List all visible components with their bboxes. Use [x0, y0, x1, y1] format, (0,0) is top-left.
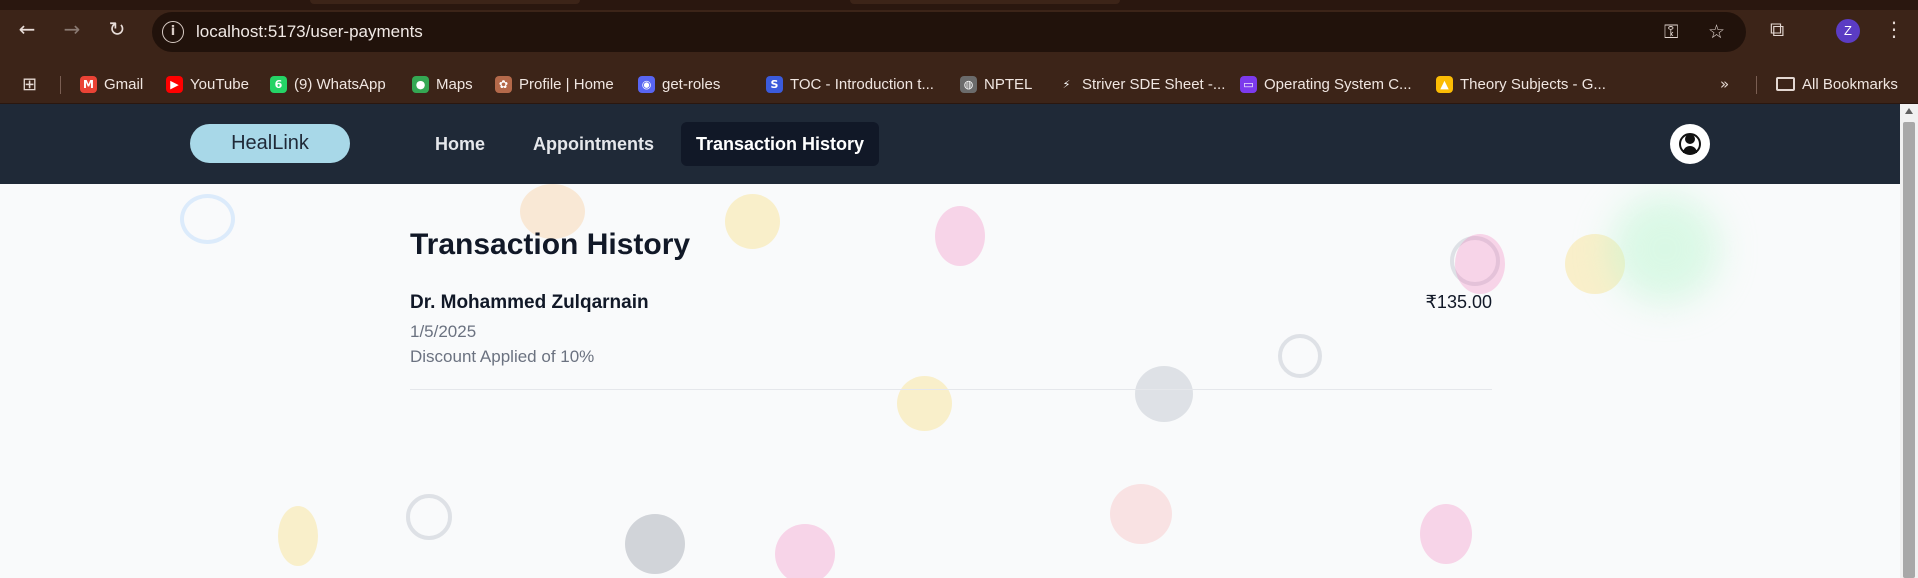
scrollbar-thumb[interactable] — [1903, 122, 1915, 578]
reload-icon[interactable]: ↻ — [106, 18, 128, 40]
address-bar[interactable]: i localhost:5173/user-payments ⚿ ☆ — [152, 12, 1746, 52]
url-text[interactable]: localhost:5173/user-payments — [196, 22, 423, 42]
bookmark-label: TOC - Introduction t... — [790, 75, 934, 93]
bookmark-item[interactable]: ● Maps — [412, 74, 473, 94]
profile-site-icon: ✿ — [495, 75, 512, 93]
bookmark-label: Maps — [436, 75, 473, 93]
scroll-up-arrow-icon[interactable] — [1905, 108, 1913, 114]
password-key-icon[interactable]: ⚿ — [1664, 22, 1678, 42]
globe-icon: ◍ — [960, 75, 977, 93]
maps-icon: ● — [412, 75, 429, 93]
bookmark-label: YouTube — [190, 75, 249, 93]
lungs-decoration — [1110, 484, 1172, 544]
heart-decoration — [1420, 504, 1472, 564]
nav-appointments[interactable]: Appointments — [518, 122, 669, 166]
transaction-date: 1/5/2025 — [410, 322, 477, 341]
tab-strip — [0, 0, 1918, 10]
site-info-icon[interactable]: i — [162, 21, 184, 43]
app-navbar: HealLink Home Appointments Transaction H… — [0, 104, 1900, 184]
bookmark-item[interactable]: ⚡ Striver SDE Sheet -... — [1058, 74, 1225, 94]
bookmark-label: NPTEL — [984, 75, 1033, 93]
all-bookmarks-label: All Bookmarks — [1802, 75, 1898, 93]
bookmark-item[interactable]: ◍ NPTEL — [960, 74, 1032, 94]
transaction-amount: ₹135.00 — [1425, 292, 1492, 312]
bookmark-item[interactable]: ▲ Theory Subjects - G... — [1436, 74, 1606, 94]
bookmark-item[interactable]: ✿ Profile | Home — [495, 74, 614, 94]
bookmark-star-icon[interactable]: ☆ — [1708, 22, 1725, 42]
discord-icon: ◉ — [638, 75, 655, 93]
bookmarks-bar: ⊞ M Gmail ▶ YouTube 6 (9) WhatsApp ● Maps ✿ Profi… — [0, 64, 1918, 104]
heart-decoration — [1455, 234, 1505, 294]
transaction-item: Dr. Mohammed Zulqarnain 1/5/2025 Discoun… — [410, 288, 1492, 390]
browser-profile-avatar[interactable]: Z — [1836, 19, 1860, 43]
nav-transaction-history[interactable]: Transaction History — [681, 122, 880, 166]
os-site-icon: ▭ — [1240, 75, 1257, 93]
page-content: Transaction History Dr. Mohammed Zulqarn… — [0, 184, 1900, 578]
bookmark-label: get-roles — [662, 75, 721, 93]
all-bookmarks-button[interactable]: All Bookmarks — [1776, 74, 1898, 94]
bookmark-item[interactable]: ◉ get-roles — [638, 74, 720, 94]
transaction-doctor-name: Dr. Mohammed Zulqarnain — [410, 292, 649, 313]
bookmark-item[interactable]: 6 (9) WhatsApp — [270, 74, 386, 94]
bookmarks-divider — [1756, 76, 1757, 94]
lungs-decoration — [725, 194, 780, 249]
stopwatch-decoration — [406, 494, 452, 540]
bookmarks-divider — [60, 76, 61, 94]
bookmark-item[interactable]: ▶ YouTube — [166, 74, 249, 94]
extensions-icon[interactable]: ⧉ — [1770, 19, 1784, 39]
bookmark-label: Theory Subjects - G... — [1460, 75, 1606, 93]
cells-decoration — [278, 506, 318, 566]
green-glow-decoration — [1610, 194, 1720, 304]
whatsapp-icon: 6 — [270, 75, 287, 93]
forward-icon[interactable]: → — [61, 18, 83, 40]
tab[interactable] — [850, 0, 1120, 4]
toc-site-icon: S — [766, 75, 783, 93]
apps-grid-icon[interactable]: ⊞ — [22, 74, 37, 95]
stethoscope-decoration — [180, 194, 235, 244]
heart-decoration — [775, 524, 835, 578]
transaction-discount-note: Discount Applied of 10% — [410, 347, 595, 366]
bookmark-item[interactable]: M Gmail — [80, 74, 143, 94]
page-scrollbar[interactable] — [1900, 104, 1918, 578]
bookmark-item[interactable]: S TOC - Introduction t... — [766, 74, 934, 94]
browser-toolbar: ← → ↻ i localhost:5173/user-payments ⚿ ☆… — [0, 0, 1918, 64]
youtube-icon: ▶ — [166, 75, 183, 93]
folder-icon — [1776, 77, 1795, 91]
nav-home[interactable]: Home — [420, 122, 500, 166]
striver-icon: ⚡ — [1058, 75, 1075, 93]
heart-decoration — [935, 206, 985, 266]
back-icon[interactable]: ← — [16, 18, 38, 40]
google-drive-icon: ▲ — [1436, 75, 1453, 93]
heallink-logo[interactable]: HealLink — [190, 124, 350, 163]
gmail-icon: M — [80, 75, 97, 93]
browser-menu-icon[interactable]: ⋮ — [1884, 19, 1904, 39]
bookmark-label: Operating System C... — [1264, 75, 1412, 93]
bookmark-label: (9) WhatsApp — [294, 75, 386, 93]
bookmark-item[interactable]: ▭ Operating System C... — [1240, 74, 1412, 94]
bookmark-label: Gmail — [104, 75, 144, 93]
bookmark-label: Profile | Home — [519, 75, 614, 93]
more-bookmarks-icon[interactable]: » — [1720, 74, 1729, 94]
user-profile-icon[interactable] — [1670, 124, 1710, 164]
lungs-decoration — [625, 514, 685, 574]
bookmark-label: Striver SDE Sheet -... — [1082, 75, 1226, 93]
tab[interactable] — [310, 0, 580, 4]
page-title: Transaction History — [410, 228, 691, 261]
